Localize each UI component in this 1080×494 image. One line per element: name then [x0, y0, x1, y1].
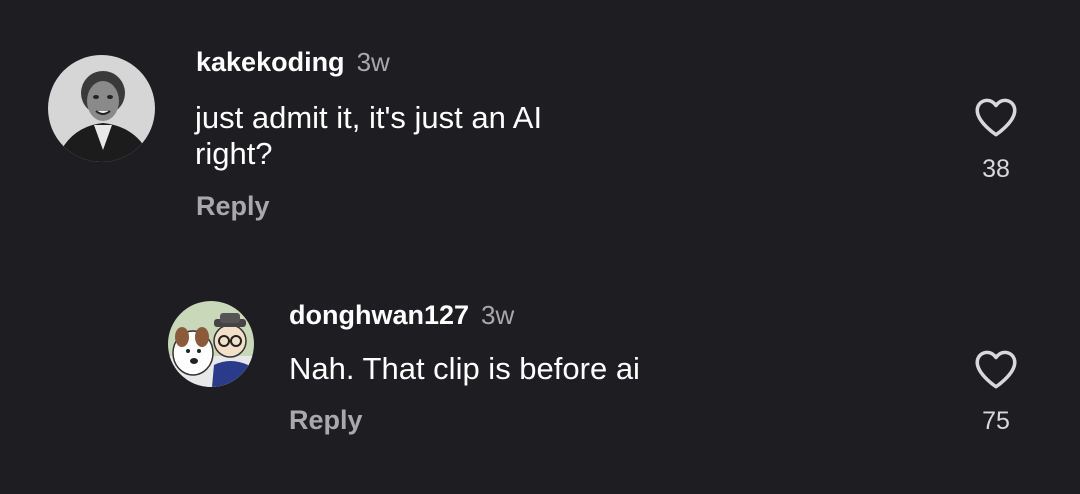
username[interactable]: donghwan127 3w: [289, 300, 514, 331]
like-button[interactable]: [971, 344, 1021, 394]
like-button[interactable]: [971, 92, 1021, 142]
comment-text-line: just admit it, it's just an AI: [195, 100, 543, 135]
comment-text: just admit it, it's just an AI right?: [195, 100, 542, 172]
reply-button[interactable]: Reply: [289, 405, 363, 436]
comment-text: Nah. That clip is before ai: [289, 351, 640, 387]
comment-text-line: right?: [195, 136, 273, 171]
username-text[interactable]: kakekoding: [196, 47, 345, 77]
reply-button[interactable]: Reply: [196, 191, 270, 222]
comment-text-line: Nah. That clip is before ai: [289, 351, 640, 386]
timestamp: 3w: [481, 300, 515, 330]
user-avatar-illustration: [168, 301, 254, 387]
timestamp: 3w: [356, 47, 390, 77]
like-count: 38: [982, 155, 1010, 183]
like-count: 75: [982, 407, 1010, 435]
avatar[interactable]: [48, 55, 155, 162]
avatar[interactable]: [168, 301, 254, 387]
heart-outline-icon: [975, 98, 1017, 137]
heart-outline-icon: [975, 350, 1017, 389]
username[interactable]: kakekoding 3w: [196, 47, 390, 78]
username-text[interactable]: donghwan127: [289, 300, 469, 330]
user-avatar-photo: [48, 55, 155, 162]
